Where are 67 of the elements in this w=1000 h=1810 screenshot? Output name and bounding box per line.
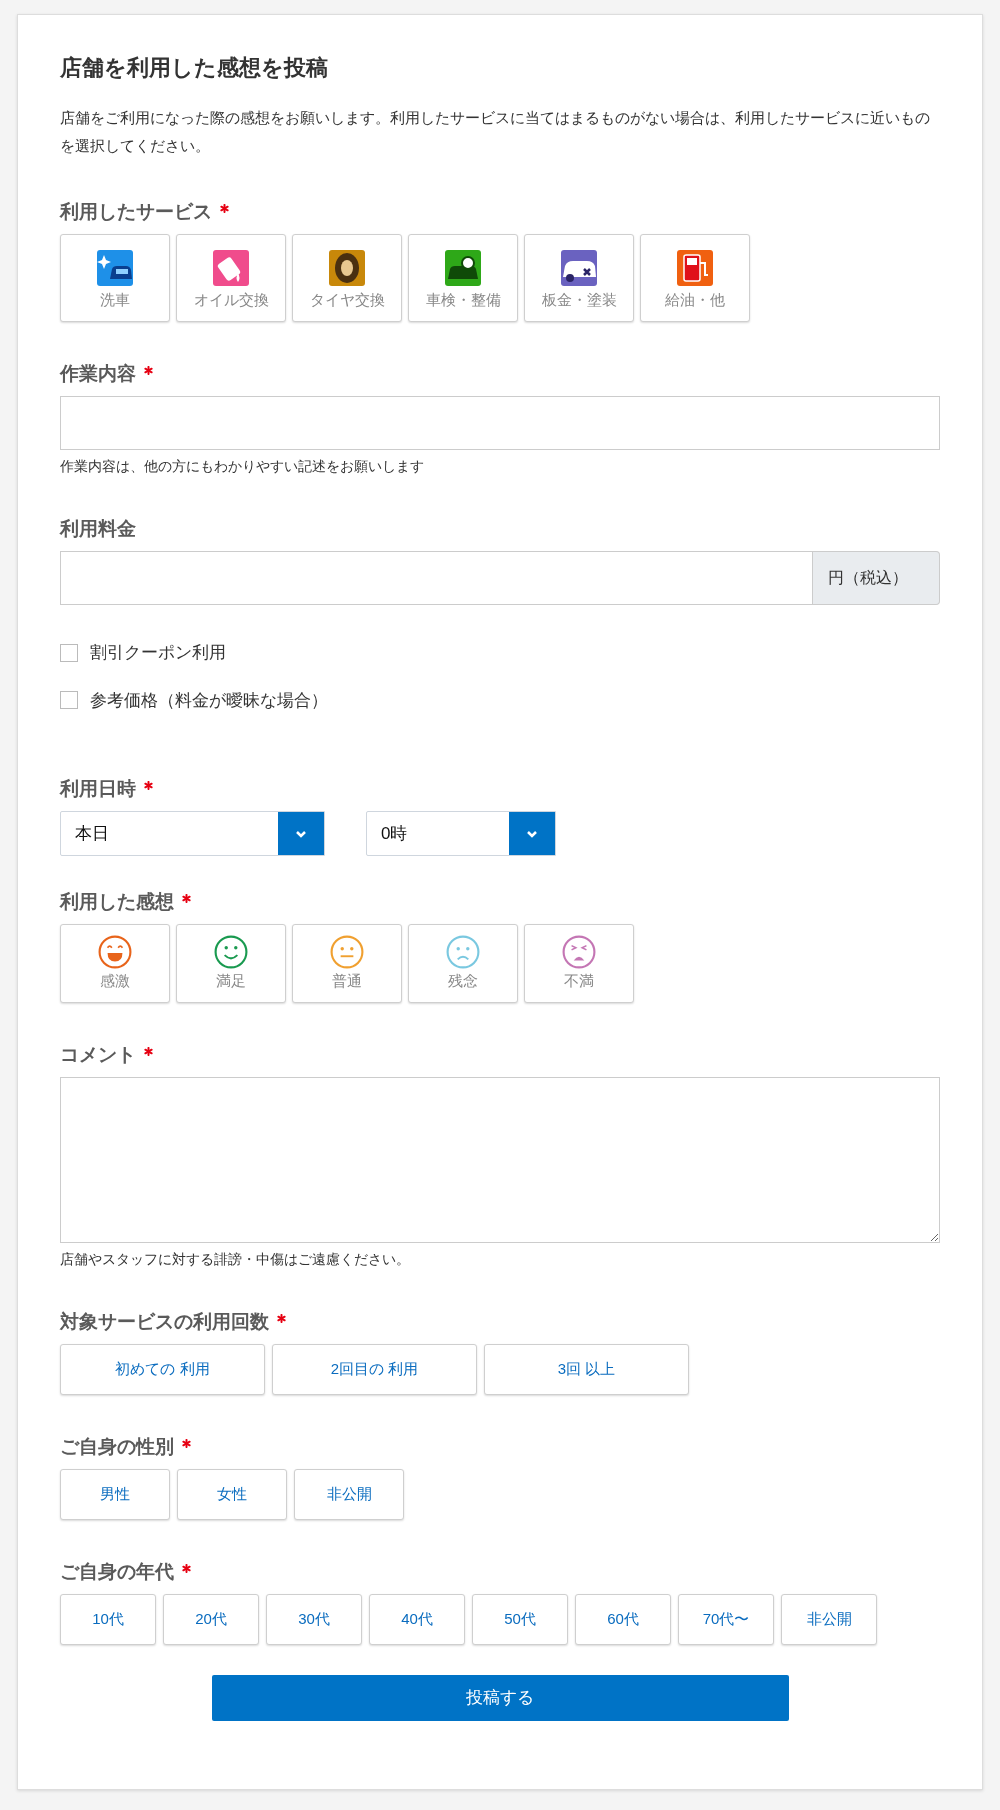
choice-button[interactable]: 非公開	[781, 1594, 877, 1645]
service-tile[interactable]: オイル交換	[176, 234, 286, 322]
required-asterisk-icon	[182, 1438, 191, 1448]
chevron-down-icon	[526, 829, 538, 838]
service-tile[interactable]: 板金・塗装	[524, 234, 634, 322]
field-label: 対象サービスの利用回数	[60, 1309, 269, 1334]
select-value: 0時	[380, 822, 409, 845]
field-label: 作業内容	[60, 361, 136, 386]
dropdown-select[interactable]: 0時	[366, 811, 556, 856]
rating-tile[interactable]: 残念	[408, 924, 518, 1003]
checkbox-label: 割引クーポン利用	[90, 642, 226, 664]
rating-tile[interactable]: 感激	[60, 924, 170, 1003]
car-wash-icon	[96, 248, 134, 287]
chevron-down-icon	[295, 829, 307, 838]
required-asterisk-icon	[220, 203, 229, 213]
choice-button[interactable]: 3回 以上	[484, 1344, 689, 1395]
submit-button[interactable]: 投稿する	[211, 1675, 789, 1721]
choice-button[interactable]: 70代〜	[678, 1594, 774, 1645]
choice-button[interactable]: 20代	[163, 1594, 259, 1645]
required-asterisk-icon	[277, 1313, 286, 1323]
checkbox-label: 参考価格（料金が曖昧な場合）	[90, 689, 328, 712]
required-asterisk-icon	[182, 1563, 191, 1573]
choice-button[interactable]: 50代	[472, 1594, 568, 1645]
comment-textarea[interactable]	[60, 1077, 940, 1243]
dropdown-select[interactable]: 本日	[60, 811, 325, 856]
field-label: 利用した感想	[60, 889, 174, 914]
price-input[interactable]	[60, 551, 813, 605]
choice-button[interactable]: 非公開	[294, 1469, 404, 1520]
rating-tile[interactable]: 満足	[176, 924, 286, 1003]
required-asterisk-icon	[144, 1046, 153, 1056]
select-value: 本日	[74, 822, 110, 845]
rating-tile[interactable]: 不満	[524, 924, 634, 1003]
field-label: コメント	[60, 1042, 136, 1067]
service-tile[interactable]: 給油・他	[640, 234, 750, 322]
field-label: 利用日時	[60, 776, 136, 801]
text-input[interactable]	[60, 396, 940, 450]
field-hint: 作業内容は、他の方にもわかりやすい記述をお願いします	[60, 457, 425, 476]
field-label: 利用したサービス	[60, 199, 212, 224]
choice-button[interactable]: 10代	[60, 1594, 156, 1645]
choice-button[interactable]: 初めての 利用	[60, 1344, 265, 1395]
car-inspection-icon	[444, 248, 482, 287]
rating-tile[interactable]: 普通	[292, 924, 402, 1003]
field-label: ご自身の年代	[60, 1559, 174, 1584]
oil-can-icon	[212, 248, 250, 287]
choice-button[interactable]: 男性	[60, 1469, 170, 1520]
service-tile[interactable]: 洗車	[60, 234, 170, 322]
choice-button[interactable]: 60代	[575, 1594, 671, 1645]
field-label: ご自身の性別	[60, 1434, 174, 1459]
choice-button[interactable]: 30代	[266, 1594, 362, 1645]
required-asterisk-icon	[182, 893, 191, 903]
currency-addon: 円（税込）	[813, 551, 940, 605]
field-label: 利用料金	[60, 516, 136, 541]
fuel-pump-icon	[676, 248, 714, 287]
choice-button[interactable]: 女性	[177, 1469, 287, 1520]
service-tile[interactable]: 車検・整備	[408, 234, 518, 322]
form-description: 店舗をご利用になった際の感想をお願いします。利用したサービスに当てはまるものがない場合は、利用したサービスに近いものを選択してください。	[60, 108, 931, 156]
field-hint: 店舗やスタッフに対する誹謗・中傷はご遠慮ください。	[60, 1250, 411, 1269]
required-asterisk-icon	[144, 780, 153, 790]
tire-icon	[328, 248, 366, 287]
damaged-car-icon	[560, 248, 598, 287]
form-title: 店舗を利用した感想を投稿	[60, 54, 329, 82]
service-tile[interactable]: タイヤ交換	[292, 234, 402, 322]
required-asterisk-icon	[144, 365, 153, 375]
checkbox[interactable]	[60, 691, 78, 710]
choice-button[interactable]: 2回目の 利用	[272, 1344, 477, 1395]
choice-button[interactable]: 40代	[369, 1594, 465, 1645]
checkbox[interactable]	[60, 643, 78, 662]
